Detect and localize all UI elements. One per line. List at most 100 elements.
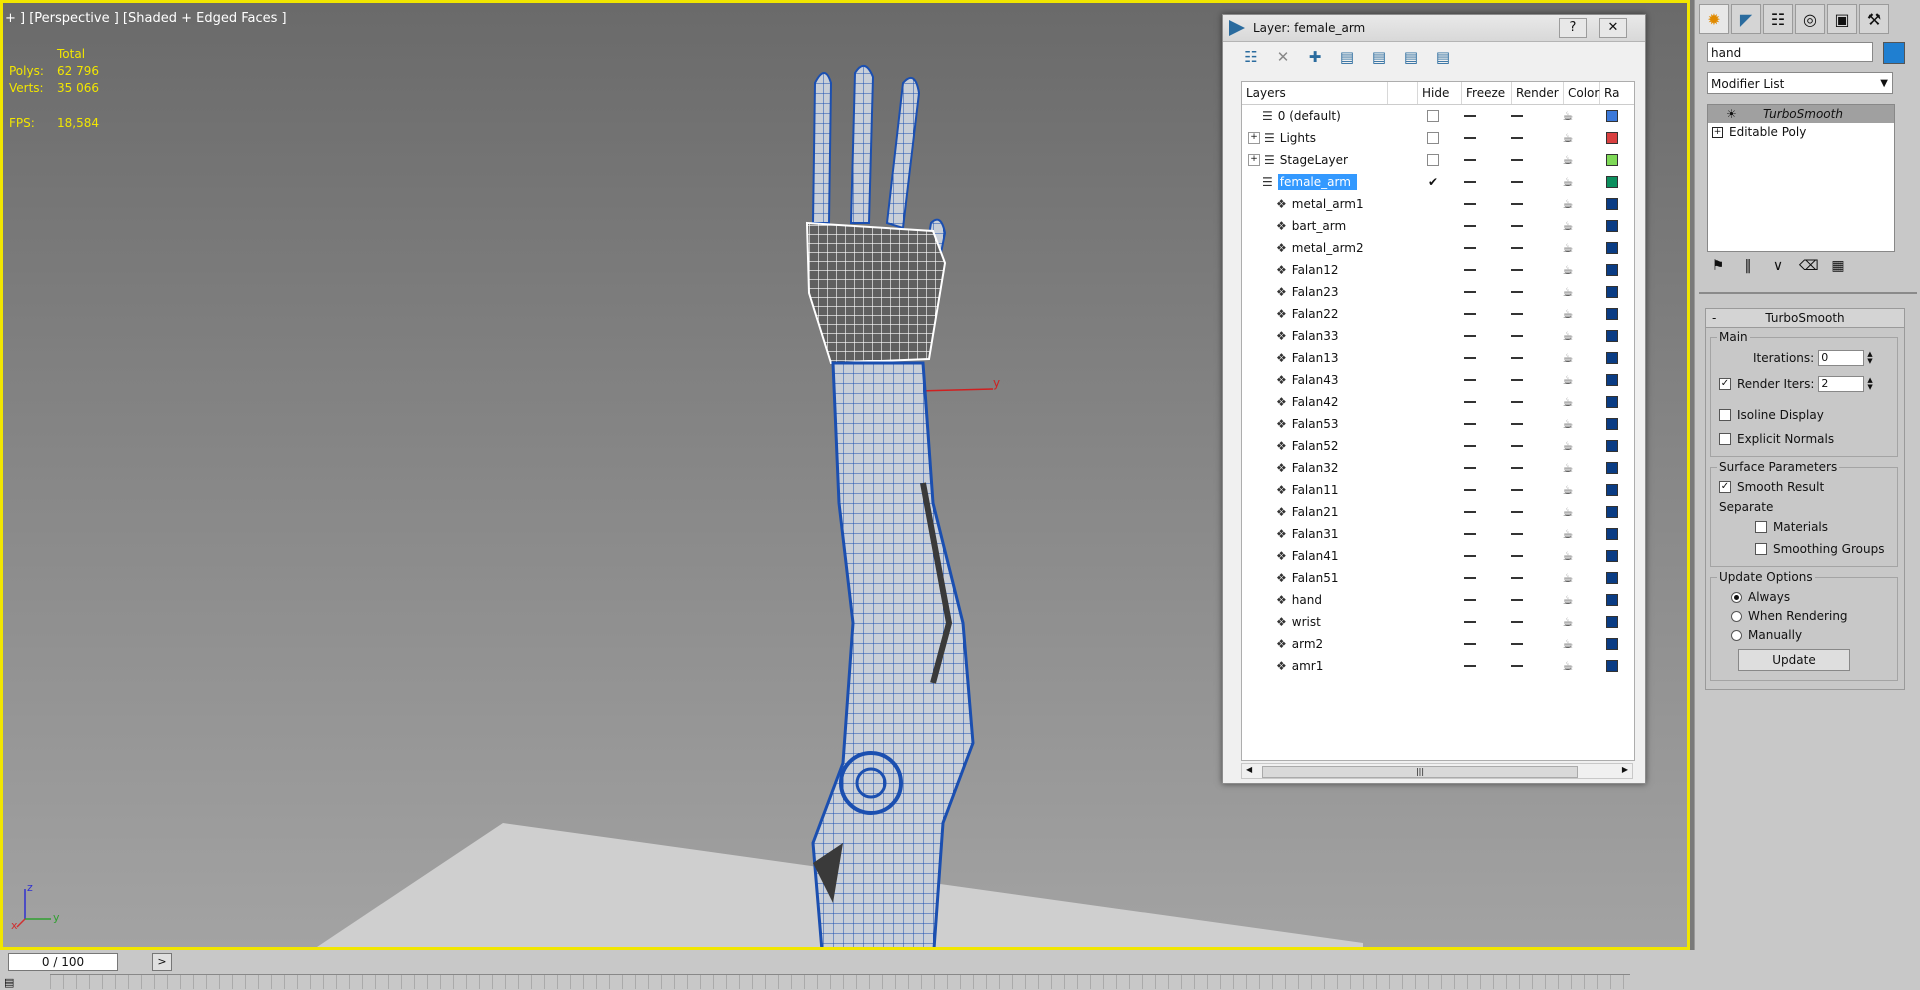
name-cell[interactable]: ❖ Falan22 [1242, 303, 1418, 325]
render-toggle[interactable]: ☕ [1542, 329, 1594, 343]
object-row[interactable]: ❖ arm2 ☕ [1242, 633, 1634, 655]
object-name[interactable]: Falan22 [1292, 307, 1339, 321]
name-cell[interactable]: ❖ Falan42 [1242, 391, 1418, 413]
stack-item-editable-poly[interactable]: + Editable Poly [1708, 123, 1894, 141]
next-frame-button[interactable]: > [152, 953, 172, 971]
freeze-toggle[interactable] [1492, 489, 1542, 491]
freeze-toggle[interactable] [1492, 247, 1542, 249]
object-name[interactable]: metal_arm2 [1292, 241, 1364, 255]
color-cell[interactable] [1594, 286, 1630, 298]
object-row[interactable]: ❖ hand ☕ [1242, 589, 1634, 611]
render-toggle[interactable]: ☕ [1542, 549, 1594, 563]
freeze-toggle[interactable] [1492, 225, 1542, 227]
layer-row[interactable]: + ☰ StageLayer ☕ [1242, 149, 1634, 171]
color-cell[interactable] [1594, 484, 1630, 496]
object-name[interactable]: Falan52 [1292, 439, 1339, 453]
object-name[interactable]: Falan21 [1292, 505, 1339, 519]
object-name[interactable]: Falan13 [1292, 351, 1339, 365]
object-name[interactable]: Falan23 [1292, 285, 1339, 299]
spinner-arrows-icon[interactable]: ▲ ▼ [1867, 351, 1872, 365]
name-cell[interactable]: ❖ amr1 [1242, 655, 1418, 677]
freeze-toggle[interactable] [1492, 137, 1542, 139]
color-cell[interactable] [1594, 132, 1630, 144]
color-swatch[interactable] [1606, 308, 1618, 320]
layer-row[interactable]: ☰ female_arm ✔ ☕ [1242, 171, 1634, 193]
color-swatch[interactable] [1606, 198, 1618, 210]
color-cell[interactable] [1594, 330, 1630, 342]
color-cell[interactable] [1594, 220, 1630, 232]
object-name[interactable]: hand [1292, 593, 1322, 607]
hide-toggle[interactable] [1448, 489, 1492, 491]
name-cell[interactable]: ❖ Falan13 [1242, 347, 1418, 369]
name-cell[interactable]: ❖ Falan33 [1242, 325, 1418, 347]
color-swatch[interactable] [1606, 330, 1618, 342]
track-bar[interactable] [50, 974, 1630, 989]
render-toggle[interactable]: ☕ [1542, 263, 1594, 277]
hide-toggle[interactable] [1448, 665, 1492, 667]
current-layer-cell[interactable] [1418, 132, 1448, 144]
color-swatch[interactable] [1606, 572, 1618, 584]
freeze-toggle[interactable] [1492, 423, 1542, 425]
color-swatch[interactable] [1606, 220, 1618, 232]
object-name[interactable]: metal_arm1 [1292, 197, 1364, 211]
hide-toggle[interactable] [1448, 423, 1492, 425]
color-cell[interactable] [1594, 374, 1630, 386]
color-swatch[interactable] [1606, 594, 1618, 606]
color-cell[interactable] [1594, 264, 1630, 276]
smooth-result-checkbox[interactable]: ✓ [1719, 481, 1731, 493]
viewport-label[interactable]: + ] [Perspective ] [Shaded + Edged Faces… [5, 11, 287, 26]
configure-sets-icon[interactable]: ▦ [1829, 258, 1847, 274]
hide-unhide-all-icon[interactable]: ▤ [1401, 47, 1421, 67]
highlight-layer-icon[interactable]: ▤ [1369, 47, 1389, 67]
name-cell[interactable]: ❖ metal_arm2 [1242, 237, 1418, 259]
render-toggle[interactable]: ☕ [1542, 109, 1594, 123]
color-cell[interactable] [1594, 638, 1630, 650]
color-swatch[interactable] [1606, 616, 1618, 628]
name-cell[interactable]: ❖ wrist [1242, 611, 1418, 633]
layer-row[interactable]: ☰ 0 (default) ☕ [1242, 105, 1634, 127]
name-cell[interactable]: ❖ Falan12 [1242, 259, 1418, 281]
color-cell[interactable] [1594, 528, 1630, 540]
scroll-thumb[interactable]: ||| [1262, 766, 1578, 778]
color-swatch[interactable] [1606, 176, 1618, 188]
hide-toggle[interactable] [1448, 247, 1492, 249]
freeze-toggle[interactable] [1492, 181, 1542, 183]
hide-toggle[interactable] [1448, 401, 1492, 403]
freeze-toggle[interactable] [1492, 291, 1542, 293]
object-row[interactable]: ❖ metal_arm1 ☕ [1242, 193, 1634, 215]
col-radiosity[interactable]: Ra [1600, 82, 1634, 104]
make-unique-icon[interactable]: ∨ [1769, 258, 1787, 274]
track-bar-icon[interactable]: ▤ [4, 976, 14, 989]
hide-toggle[interactable] [1448, 467, 1492, 469]
layer-dialog[interactable]: Layer: female_arm ? ✕ ☷ ✕ ✚ ▤ ▤ ▤ ▤ Laye… [1222, 14, 1646, 784]
color-swatch[interactable] [1606, 660, 1618, 672]
color-cell[interactable] [1594, 550, 1630, 562]
name-cell[interactable]: ❖ Falan41 [1242, 545, 1418, 567]
name-cell[interactable]: + ☰ StageLayer [1242, 149, 1418, 171]
object-color-swatch[interactable] [1883, 42, 1905, 64]
color-cell[interactable] [1594, 110, 1630, 122]
modifier-stack[interactable]: ☀ TurboSmooth + Editable Poly [1707, 104, 1895, 252]
color-swatch[interactable] [1606, 440, 1618, 452]
name-cell[interactable]: ❖ Falan53 [1242, 413, 1418, 435]
name-cell[interactable]: ❖ metal_arm1 [1242, 193, 1418, 215]
freeze-toggle[interactable] [1492, 665, 1542, 667]
object-row[interactable]: ❖ amr1 ☕ [1242, 655, 1634, 677]
hide-toggle[interactable] [1448, 643, 1492, 645]
color-swatch[interactable] [1606, 110, 1618, 122]
render-toggle[interactable]: ☕ [1542, 241, 1594, 255]
layer-table[interactable]: Layers Hide Freeze Render Color Ra ☰ 0 (d… [1241, 81, 1635, 761]
render-toggle[interactable]: ☕ [1542, 483, 1594, 497]
object-name[interactable]: Falan41 [1292, 549, 1339, 563]
freeze-toggle[interactable] [1492, 467, 1542, 469]
name-cell[interactable]: ❖ arm2 [1242, 633, 1418, 655]
hide-toggle[interactable] [1448, 181, 1492, 183]
color-swatch[interactable] [1606, 286, 1618, 298]
object-name[interactable]: Falan42 [1292, 395, 1339, 409]
render-toggle[interactable]: ☕ [1542, 615, 1594, 629]
hide-toggle[interactable] [1448, 291, 1492, 293]
layer-name[interactable]: StageLayer [1280, 153, 1348, 167]
hide-toggle[interactable] [1448, 555, 1492, 557]
freeze-toggle[interactable] [1492, 313, 1542, 315]
layer-name[interactable]: 0 (default) [1278, 109, 1341, 123]
